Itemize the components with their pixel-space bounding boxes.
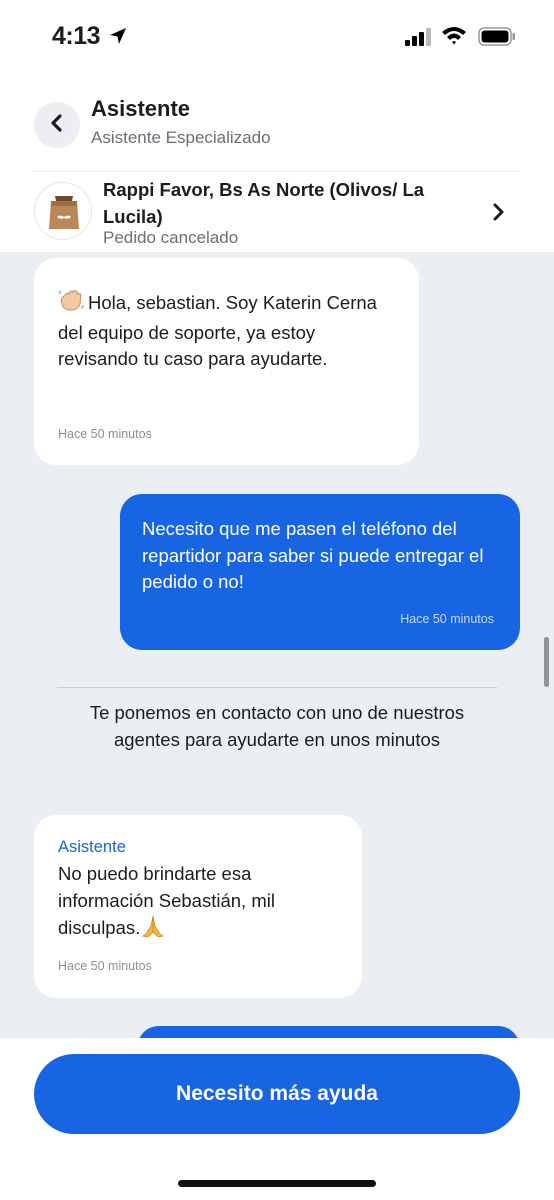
page-subtitle: Asistente Especializado: [91, 128, 271, 147]
chevron-right-icon: [492, 202, 506, 227]
status-time: 4:13: [52, 22, 101, 50]
message-timestamp: Hace 50 minutos: [58, 427, 152, 441]
message-text: Hola, sebastian. Soy Katerin Cerna del e…: [58, 292, 377, 369]
chat-thread[interactable]: Hola, sebastian. Soy Katerin Cerna del e…: [0, 252, 554, 1038]
cellular-signal-icon: [405, 28, 433, 51]
outgoing-message-partial: [137, 1026, 520, 1038]
scrollbar[interactable]: [544, 637, 549, 687]
back-button[interactable]: [34, 102, 80, 148]
message-text: No puedo brindarte esa información Sebas…: [58, 863, 275, 938]
location-arrow-icon: [108, 26, 128, 51]
page-title: Asistente: [91, 96, 191, 121]
home-indicator[interactable]: [178, 1180, 376, 1187]
system-divider: [57, 687, 497, 688]
wifi-icon: [441, 25, 467, 50]
store-avatar: [34, 182, 92, 240]
order-status: Pedido cancelado: [103, 228, 239, 247]
chat-header: Asistente Asistente Especializado: [0, 80, 554, 172]
message-body: No puedo brindarte esa información Sebas…: [58, 861, 348, 946]
sender-name: Asistente: [58, 838, 126, 856]
battery-icon: [478, 27, 516, 51]
message-timestamp: Hace 50 minutos: [58, 959, 152, 973]
need-more-help-label: Necesito más ayuda: [176, 1082, 378, 1105]
paper-bag-icon: [35, 196, 91, 239]
chevron-left-icon: [49, 113, 65, 138]
waving-hand-icon: [58, 288, 84, 320]
bottom-action-area: Necesito más ayuda: [0, 1038, 554, 1200]
folded-hands-icon: [140, 914, 166, 946]
store-name: Rappi Favor, Bs As Norte (Olivos/ La Luc…: [103, 179, 425, 227]
outgoing-message: Necesito que me pasen el teléfono del re…: [120, 494, 520, 650]
need-more-help-button[interactable]: Necesito más ayuda: [34, 1054, 520, 1134]
incoming-message: Asistente No puedo brindarte esa informa…: [34, 815, 362, 998]
message-body: Hola, sebastian. Soy Katerin Cerna del e…: [58, 288, 398, 373]
incoming-message: Hola, sebastian. Soy Katerin Cerna del e…: [34, 258, 419, 465]
status-bar: 4:13: [0, 0, 554, 70]
order-card[interactable]: Rappi Favor, Bs As Norte (Olivos/ La Luc…: [0, 172, 554, 252]
message-text: Necesito que me pasen el teléfono del re…: [142, 518, 484, 592]
system-message: Te ponemos en contacto con uno de nuestr…: [89, 702, 465, 750]
message-timestamp: Hace 50 minutos: [400, 612, 494, 626]
